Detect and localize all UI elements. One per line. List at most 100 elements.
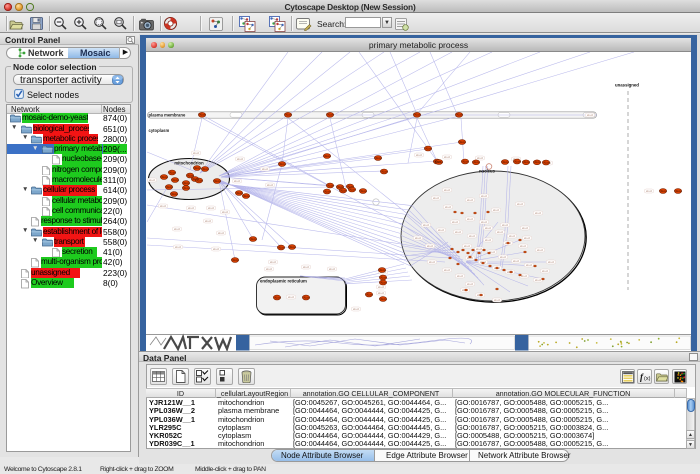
svg-text:ab-cd: ab-cd <box>218 232 225 235</box>
svg-text:ab-cd: ab-cd <box>485 227 492 230</box>
svg-text:ab-cd: ab-cd <box>378 286 385 289</box>
svg-text:ab-cd: ab-cd <box>481 221 488 224</box>
svg-text:YALxxx: YALxxx <box>472 161 481 164</box>
svg-text:ab-cd: ab-cd <box>429 261 436 264</box>
svg-text:ab-cd: ab-cd <box>485 239 492 242</box>
svg-text:YALxxx: YALxxx <box>513 160 522 163</box>
svg-text:YALxxx: YALxxx <box>413 114 422 117</box>
svg-text:ab-cd: ab-cd <box>481 195 488 198</box>
svg-text:ab-cd: ab-cd <box>237 158 244 161</box>
svg-text:ab-cd: ab-cd <box>213 248 220 251</box>
svg-text:ab-cd: ab-cd <box>438 229 445 232</box>
svg-text:ab-cd: ab-cd <box>444 189 451 192</box>
svg-text:ab-cd: ab-cd <box>537 249 544 252</box>
svg-text:ab-cd: ab-cd <box>469 235 476 238</box>
svg-text:YALxxx: YALxxx <box>461 160 470 163</box>
svg-text:cytoplasm: cytoplasm <box>149 128 170 133</box>
svg-text:YALxxx: YALxxx <box>165 186 174 189</box>
svg-text:YALxxx: YALxxx <box>659 190 668 193</box>
svg-text:(x): (x) <box>644 376 651 382</box>
svg-text:ab-cd: ab-cd <box>433 197 440 200</box>
svg-text:ab-cd: ab-cd <box>467 283 474 286</box>
svg-text:ab-cd: ab-cd <box>452 221 459 224</box>
svg-text:YALxxx: YALxxx <box>249 238 258 241</box>
svg-text:ab-cd: ab-cd <box>517 203 524 206</box>
svg-text:ab-cd: ab-cd <box>160 205 167 208</box>
svg-text:ab-cd: ab-cd <box>513 260 520 263</box>
svg-text:YALxxx: YALxxx <box>213 180 222 183</box>
svg-text:ab-cd: ab-cd <box>522 227 529 230</box>
svg-text:YALxxx: YALxxx <box>193 167 202 170</box>
svg-text:ab-cd: ab-cd <box>535 279 542 282</box>
svg-text:ab-cd: ab-cd <box>266 268 273 271</box>
svg-text:ab-cd: ab-cd <box>262 168 269 171</box>
svg-text:YALxxx: YALxxx <box>326 184 335 187</box>
svg-text:ab-cd: ab-cd <box>174 228 181 231</box>
svg-text:YALxxx: YALxxx <box>378 269 387 272</box>
svg-text:ab-cd: ab-cd <box>493 209 500 212</box>
svg-text:ab-cd: ab-cd <box>208 207 215 210</box>
svg-text:ab-cd: ab-cd <box>188 207 195 210</box>
svg-text:ab-cd: ab-cd <box>222 211 229 214</box>
svg-text:ab-cd: ab-cd <box>494 299 501 302</box>
svg-text:ab-cd: ab-cd <box>416 154 423 157</box>
svg-text:ab-cd: ab-cd <box>175 246 182 249</box>
svg-text:ab-cd: ab-cd <box>267 184 274 187</box>
svg-text:ab-cd: ab-cd <box>353 308 360 311</box>
svg-text:ab-cd: ab-cd <box>457 275 464 278</box>
svg-text:YALxxx: YALxxx <box>379 276 388 279</box>
svg-text:ab-cd: ab-cd <box>234 180 241 183</box>
svg-text:ab-cd: ab-cd <box>542 270 549 273</box>
svg-text:YALxxx: YALxxx <box>168 171 177 174</box>
svg-text:YALxxx: YALxxx <box>359 190 368 193</box>
svg-text:nucleus: nucleus <box>479 169 495 174</box>
svg-text:ab-cd: ab-cd <box>270 261 277 264</box>
svg-text:ab-cd: ab-cd <box>500 256 507 259</box>
svg-text:ab-cd: ab-cd <box>444 156 451 159</box>
svg-text:ab-cd: ab-cd <box>509 235 516 238</box>
svg-text:unassigned: unassigned <box>615 83 639 88</box>
svg-text:ab-cd: ab-cd <box>587 114 594 117</box>
svg-text:YALxxx: YALxxx <box>278 163 287 166</box>
svg-text:YALxxx: YALxxx <box>277 246 286 249</box>
svg-text:YALxxx: YALxxx <box>171 179 180 182</box>
svg-text:YALxxx: YALxxx <box>182 187 191 190</box>
svg-text:ab-cd: ab-cd <box>497 231 504 234</box>
svg-text:YALxxx: YALxxx <box>501 161 510 164</box>
svg-text:ab-cd: ab-cd <box>149 179 156 182</box>
svg-text:ab-cd: ab-cd <box>329 268 336 271</box>
svg-text:YALxxx: YALxxx <box>186 174 195 177</box>
svg-text:ab-cd: ab-cd <box>445 206 452 209</box>
svg-text:plasma membrane: plasma membrane <box>149 113 186 118</box>
svg-text:ab-cd: ab-cd <box>548 261 555 264</box>
svg-text:ab-cd: ab-cd <box>502 224 509 227</box>
svg-text:YALxxx: YALxxx <box>242 195 251 198</box>
svg-text:YALxxx: YALxxx <box>365 293 374 296</box>
svg-text:ab-cd: ab-cd <box>646 190 653 193</box>
svg-text:YALxxx: YALxxx <box>326 114 335 117</box>
svg-text:YALxxx: YALxxx <box>379 298 388 301</box>
svg-text:YALxxx: YALxxx <box>339 189 348 192</box>
svg-text:ab-cd: ab-cd <box>521 275 528 278</box>
svg-text:YALxxx: YALxxx <box>380 170 389 173</box>
svg-text:YALxxx: YALxxx <box>348 188 357 191</box>
svg-text:YALxxx: YALxxx <box>522 161 531 164</box>
svg-text:ab-cd: ab-cd <box>205 220 212 223</box>
svg-text:mitochondrion: mitochondrion <box>174 161 204 166</box>
svg-text:YALxxx: YALxxx <box>284 114 293 117</box>
svg-text:YALxxx: YALxxx <box>195 179 204 182</box>
svg-text:YALxxx: YALxxx <box>302 296 311 299</box>
svg-text:endoplasmic reticulum: endoplasmic reticulum <box>260 278 307 283</box>
svg-text:YALxxx: YALxxx <box>455 114 464 117</box>
svg-text:YALxxx: YALxxx <box>182 182 191 185</box>
svg-text:YALxxx: YALxxx <box>458 141 467 144</box>
svg-text:ab-cd: ab-cd <box>455 231 462 234</box>
svg-text:YALxxx: YALxxx <box>160 176 169 179</box>
svg-text:ab-cd: ab-cd <box>415 237 422 240</box>
svg-text:ab-cd: ab-cd <box>477 157 484 160</box>
svg-text:ab-cd: ab-cd <box>476 248 483 251</box>
svg-text:YALxxx: YALxxx <box>198 114 207 117</box>
svg-text:YALxxx: YALxxx <box>273 296 282 299</box>
svg-text:ab-cd: ab-cd <box>423 224 430 227</box>
svg-text:YALxxx: YALxxx <box>542 161 551 164</box>
